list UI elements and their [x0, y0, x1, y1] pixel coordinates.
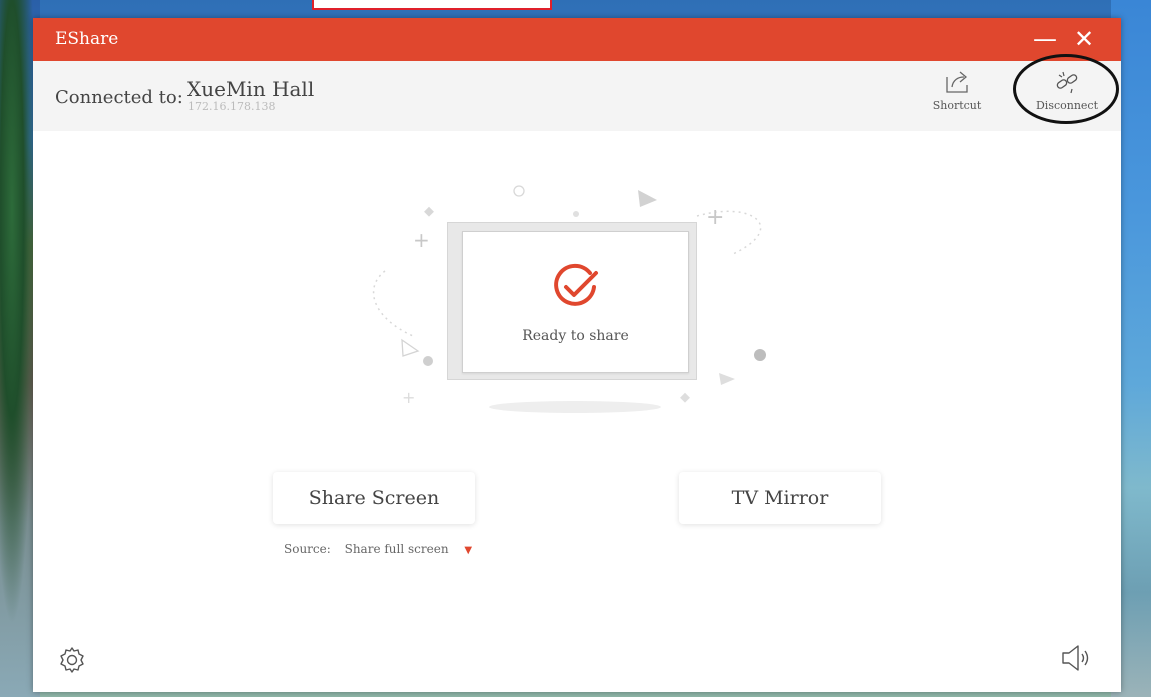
tv-mirror-button[interactable]: TV Mirror [679, 472, 881, 524]
svg-text:+: + [706, 205, 724, 230]
monitor-shadow [489, 401, 661, 413]
svg-text:+: + [413, 228, 430, 252]
svg-text:+: + [402, 388, 415, 407]
speaker-icon[interactable] [1059, 643, 1093, 673]
top-annotation-box [312, 0, 552, 10]
eshare-window: EShare — ✕ Connected to: XueMin Hall 172… [33, 18, 1121, 692]
chevron-down-icon[interactable]: ▼ [464, 545, 472, 556]
source-label: Source: [284, 542, 331, 556]
status-text: Ready to share [522, 328, 629, 344]
source-selector: Source: Share full screen ▼ [284, 542, 472, 556]
share-screen-button[interactable]: Share Screen [273, 472, 475, 524]
check-circle-icon [554, 263, 598, 306]
source-value[interactable]: Share full screen [345, 542, 449, 556]
gear-icon[interactable] [57, 645, 87, 675]
